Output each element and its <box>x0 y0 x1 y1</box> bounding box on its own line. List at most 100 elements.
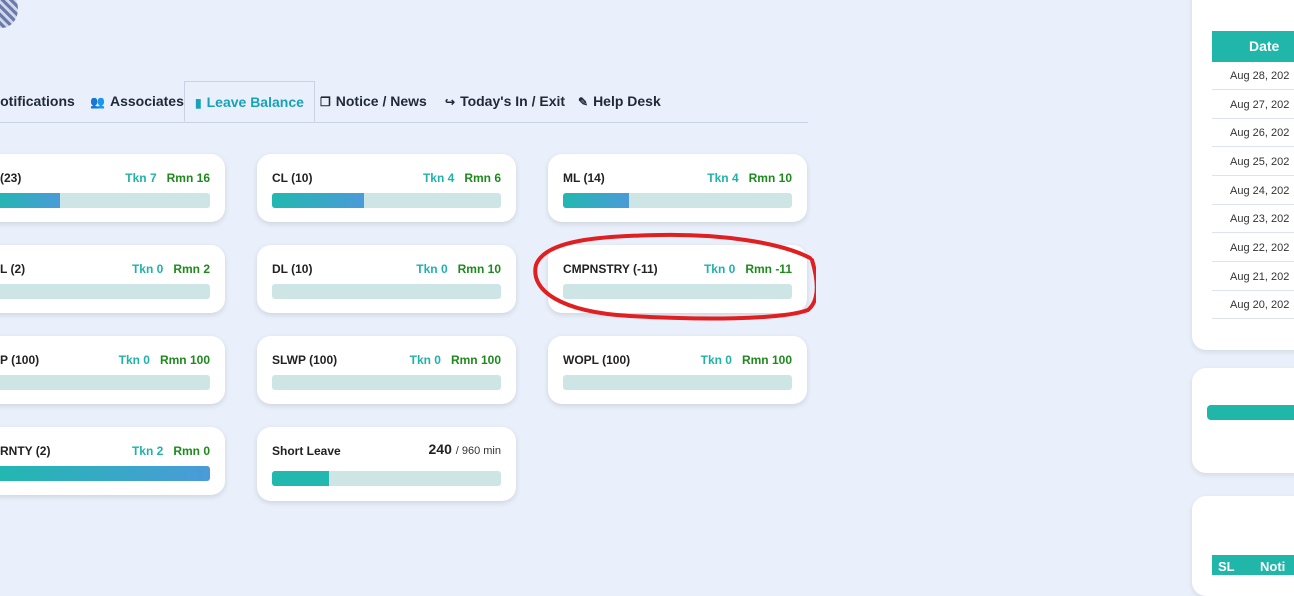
leave-stats: Tkn 4 Rmn 10 <box>707 171 792 185</box>
leave-remaining: Rmn 16 <box>166 171 210 185</box>
leave-remaining: Rmn 6 <box>464 171 501 185</box>
date-row: Aug 20, 202 <box>1212 291 1294 319</box>
notice-col-notice: Noti <box>1260 559 1286 574</box>
tab-associates[interactable]: 👥 Associates <box>90 81 184 122</box>
leave-taken: Tkn 4 <box>422 171 455 185</box>
date-row: Aug 26, 202 <box>1212 119 1294 147</box>
tab-help-desk-label: Help Desk <box>593 93 661 109</box>
leave-stats: Tkn 0 Rmn 100 <box>701 353 792 367</box>
leave-name: CMPNSTRY (-11) <box>563 262 658 276</box>
leave-progress-bar <box>0 284 210 299</box>
tab-leave-balance-label: Leave Balance <box>206 94 304 110</box>
leave-card-p: P (100) Tkn 0 Rmn 100 <box>0 336 225 404</box>
sign-out-icon: ↪ <box>445 95 456 109</box>
leave-stats: Tkn 0 Rmn 2 <box>132 262 210 276</box>
leave-taken: Tkn 0 <box>131 262 164 276</box>
short-leave-card: Short Leave 240 / 960 min <box>257 427 516 501</box>
leave-progress-bar <box>0 375 210 390</box>
leave-name: SLWP (100) <box>272 353 338 367</box>
tab-help-desk[interactable]: ✎ Help Desk <box>578 81 661 122</box>
leave-taken: Tkn 0 <box>700 353 732 367</box>
date-row: Aug 27, 202 <box>1212 91 1294 119</box>
leave-taken: Tkn 0 <box>416 262 448 276</box>
leave-progress-bar <box>563 284 792 299</box>
leave-remaining: Rmn 100 <box>741 353 792 367</box>
short-leave-total: / 960 min <box>455 445 501 457</box>
edit-icon: ✎ <box>578 95 589 109</box>
leave-card-slwp: SLWP (100) Tkn 0 Rmn 100 <box>257 336 516 404</box>
tab-notifications[interactable]: Notifications <box>0 81 75 122</box>
date-column-header: Date <box>1212 31 1294 62</box>
leave-progress-fill <box>272 193 364 208</box>
leave-stats: Tkn 0 Rmn 100 <box>119 353 210 367</box>
date-row: Aug 28, 202 <box>1212 62 1294 90</box>
leave-remaining: Rmn 2 <box>173 262 210 276</box>
notice-col-sl: SL <box>1218 559 1235 574</box>
leave-taken: Tkn 7 <box>125 171 157 185</box>
leave-progress-fill <box>563 193 630 208</box>
leave-name: DL (10) <box>272 262 313 276</box>
short-leave-progress-bar <box>272 471 501 486</box>
leave-card-cl: CL (10) Tkn 4 Rmn 6 <box>257 154 516 222</box>
short-leave-minutes: 240 / 960 min <box>429 441 502 457</box>
short-leave-progress-fill <box>272 471 330 486</box>
leave-stats: Tkn 2 Rmn 0 <box>132 444 210 458</box>
leave-card-ml: ML (14) Tkn 4 Rmn 10 <box>548 154 807 222</box>
leave-stats: Tkn 0 Rmn 100 <box>410 353 501 367</box>
tab-notice-news[interactable]: ❐ Notice / News <box>320 81 427 122</box>
leave-card-el: (23) Tkn 7 Rmn 16 <box>0 154 225 222</box>
users-icon: 👥 <box>90 95 105 109</box>
leave-card-cmpnstry: CMPNSTRY (-11) Tkn 0 Rmn -11 <box>548 245 807 313</box>
leave-remaining: Rmn 10 <box>457 262 501 276</box>
leave-progress-bar <box>272 284 501 299</box>
dashboard-tabs: Notifications 👥 Associates ▮ Leave Balance… <box>0 81 808 123</box>
leave-name: RNTY (2) <box>0 444 51 458</box>
leave-card-dl: DL (10) Tkn 0 Rmn 10 <box>257 245 516 313</box>
tab-associates-label: Associates <box>109 93 184 109</box>
tab-notifications-label: Notifications <box>0 93 75 109</box>
copy-icon: ❐ <box>320 95 331 109</box>
leave-progress-bar <box>563 193 792 208</box>
progress-panel <box>1192 368 1294 473</box>
leave-progress-bar <box>272 375 501 390</box>
leave-card-l: L (2) Tkn 0 Rmn 2 <box>0 245 225 313</box>
company-logo <box>0 0 18 28</box>
date-row: Aug 23, 202 <box>1212 205 1294 233</box>
leave-remaining: Rmn -11 <box>745 262 792 276</box>
tab-notice-news-label: Notice / News <box>335 93 427 109</box>
date-row: Aug 24, 202 <box>1212 177 1294 205</box>
notice-panel <box>1192 496 1294 596</box>
notice-table-header: SL Noti <box>1212 555 1294 575</box>
leave-remaining: Rmn 10 <box>748 171 792 185</box>
leave-progress-bar <box>563 375 792 390</box>
leave-name: ML (14) <box>563 171 605 185</box>
leave-name: P (100) <box>0 353 40 367</box>
leave-remaining: Rmn 0 <box>173 444 210 458</box>
leave-remaining: Rmn 100 <box>450 353 501 367</box>
date-row: Aug 21, 202 <box>1212 263 1294 291</box>
leave-progress-bar <box>0 466 210 481</box>
leave-taken: Tkn 0 <box>409 353 441 367</box>
leave-taken: Tkn 4 <box>707 171 739 185</box>
bar-chart-icon: ▮ <box>195 96 202 110</box>
leave-card-wopl: WOPL (100) Tkn 0 Rmn 100 <box>548 336 807 404</box>
leave-name: CL (10) <box>272 171 313 185</box>
leave-stats: Tkn 4 Rmn 6 <box>423 171 501 185</box>
panel-progress-bar <box>1207 405 1294 420</box>
leave-card-rnty: RNTY (2) Tkn 2 Rmn 0 <box>0 427 225 495</box>
leave-taken: Tkn 2 <box>131 444 164 458</box>
leave-progress-bar <box>0 193 210 208</box>
tab-todays-in-exit[interactable]: ↪ Today's In / Exit <box>445 81 565 122</box>
leave-progress-fill <box>0 466 210 481</box>
short-leave-used: 240 <box>428 441 452 457</box>
leave-name: (23) <box>0 171 22 185</box>
leave-stats: Tkn 7 Rmn 16 <box>125 171 210 185</box>
leave-name: L (2) <box>0 262 26 276</box>
leave-stats: Tkn 0 Rmn -11 <box>704 262 792 276</box>
leave-progress-fill <box>0 193 60 208</box>
leave-progress-bar <box>272 193 501 208</box>
leave-remaining: Rmn 100 <box>159 353 210 367</box>
tab-leave-balance[interactable]: ▮ Leave Balance <box>184 81 315 122</box>
leave-stats: Tkn 0 Rmn 10 <box>416 262 501 276</box>
short-leave-label: Short Leave <box>272 444 341 458</box>
